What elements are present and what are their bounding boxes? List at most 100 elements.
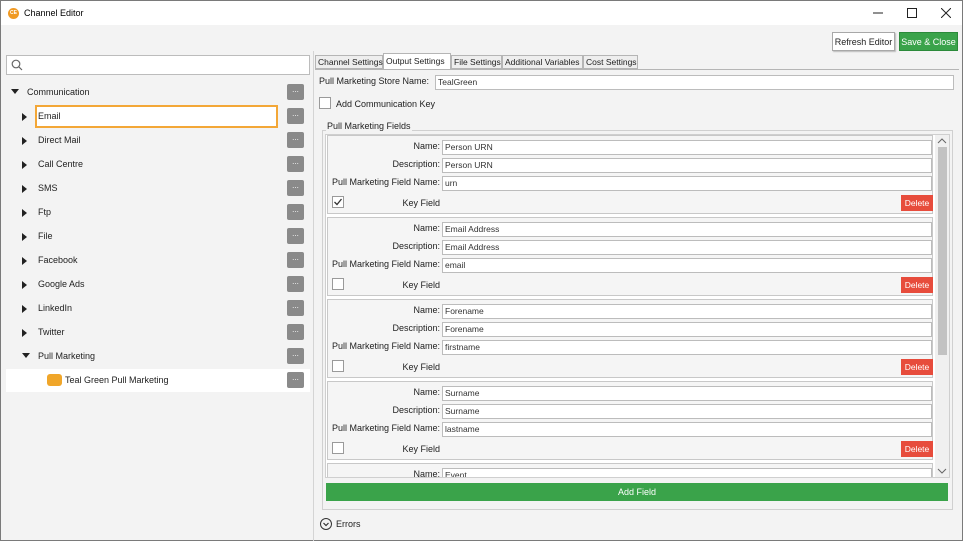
expand-arrow-icon[interactable] [22, 329, 27, 337]
ellipsis-button[interactable]: ... [287, 276, 304, 292]
selection-highlight [35, 105, 278, 128]
ellipsis-button[interactable]: ... [287, 252, 304, 268]
name-label: Name: [413, 387, 440, 397]
search-icon [11, 59, 23, 71]
tab-additional-variables[interactable]: Additional Variables [502, 55, 583, 69]
pm-field-name-input[interactable]: email [442, 258, 932, 273]
minimize-button[interactable] [861, 1, 895, 25]
expand-arrow-icon[interactable] [22, 305, 27, 313]
delete-button[interactable]: Delete [901, 359, 933, 375]
name-input[interactable]: Surname [442, 386, 932, 401]
description-input[interactable]: Surname [442, 404, 932, 419]
name-input[interactable]: Person URN [442, 140, 932, 155]
channel-icon [47, 374, 62, 386]
tree-item-email[interactable]: Email ... [6, 105, 310, 128]
ellipsis-button[interactable]: ... [287, 84, 304, 100]
expand-arrow-icon[interactable] [22, 281, 27, 289]
pm-field-name-input[interactable]: lastname [442, 422, 932, 437]
ellipsis-button[interactable]: ... [287, 348, 304, 364]
expand-arrow-icon[interactable] [22, 113, 27, 121]
name-input[interactable]: Event [442, 468, 932, 477]
key-field-label: Key Field [402, 280, 440, 290]
tree-item-linkedin[interactable]: LinkedIn ... [6, 297, 310, 320]
expand-arrow-icon[interactable] [11, 89, 19, 94]
pm-field-name-input[interactable]: firstname [442, 340, 932, 355]
ellipsis-button[interactable]: ... [287, 228, 304, 244]
store-name-input[interactable]: TealGreen [435, 75, 954, 90]
app-icon: CE [8, 8, 19, 19]
tree-item-teal-green-pull-marketing[interactable]: Teal Green Pull Marketing ... [6, 369, 310, 392]
description-input[interactable]: Person URN [442, 158, 932, 173]
close-button[interactable] [929, 1, 963, 25]
tree-item-facebook[interactable]: Facebook ... [6, 249, 310, 272]
save-close-button[interactable]: Save & Close [899, 32, 958, 51]
search-input[interactable] [6, 55, 310, 75]
ellipsis-button[interactable]: ... [287, 372, 304, 388]
minimize-icon [873, 12, 883, 14]
description-input[interactable]: Email Address [442, 240, 932, 255]
ellipsis-button[interactable]: ... [287, 324, 304, 340]
name-label: Name: [413, 223, 440, 233]
ellipsis-button[interactable]: ... [287, 180, 304, 196]
tree-item-direct-mail[interactable]: Direct Mail ... [6, 129, 310, 152]
tree-item-label: LinkedIn [38, 303, 73, 313]
add-field-button[interactable]: Add Field [326, 483, 948, 501]
ellipsis-button[interactable]: ... [287, 132, 304, 148]
key-field-checkbox[interactable] [332, 360, 344, 372]
window-title: Channel Editor [24, 8, 84, 18]
description-label: Description: [392, 159, 440, 169]
tab-output-settings[interactable]: Output Settings [383, 53, 451, 70]
key-field-checkbox[interactable] [332, 196, 344, 208]
key-field-label: Key Field [402, 198, 440, 208]
tree-item-ftp[interactable]: Ftp ... [6, 201, 310, 224]
tree-item-label: Email [38, 111, 61, 121]
pm-field-name-input[interactable]: urn [442, 176, 932, 191]
chevron-glyph [323, 522, 329, 527]
expand-arrow-icon[interactable] [22, 233, 27, 241]
tree-item-label: Twitter [38, 327, 65, 337]
scroll-up-icon[interactable] [937, 137, 947, 145]
tree-item-call-centre[interactable]: Call Centre ... [6, 153, 310, 176]
tree-item-label: Ftp [38, 207, 52, 217]
tree-item-communication[interactable]: Communication ... [6, 81, 310, 104]
expand-arrow-icon[interactable] [22, 209, 27, 217]
tree-item-twitter[interactable]: Twitter ... [6, 321, 310, 344]
tree-item-label: SMS [38, 183, 58, 193]
expand-arrow-icon[interactable] [22, 161, 27, 169]
ellipsis-button[interactable]: ... [287, 156, 304, 172]
tree-item-google-ads[interactable]: Google Ads ... [6, 273, 310, 296]
tree-item-sms[interactable]: SMS ... [6, 177, 310, 200]
ellipsis-button[interactable]: ... [287, 108, 304, 124]
key-field-checkbox[interactable] [332, 278, 344, 290]
expand-arrow-icon[interactable] [22, 137, 27, 145]
add-comm-key-checkbox[interactable] [319, 97, 331, 109]
refresh-editor-button[interactable]: Refresh Editor [832, 32, 895, 51]
name-input[interactable]: Forename [442, 304, 932, 319]
tree-item-pull-marketing[interactable]: Pull Marketing ... [6, 345, 310, 368]
scroll-down-icon[interactable] [937, 467, 947, 475]
key-field-checkbox[interactable] [332, 442, 344, 454]
description-input[interactable]: Forename [442, 322, 932, 337]
tab-channel-settings[interactable]: Channel Settings [315, 55, 383, 69]
description-label: Description: [392, 241, 440, 251]
ellipsis-button[interactable]: ... [287, 204, 304, 220]
name-input[interactable]: Email Address [442, 222, 932, 237]
tab-file-settings[interactable]: File Settings [451, 55, 502, 69]
ellipsis-button[interactable]: ... [287, 300, 304, 316]
tab-cost-settings[interactable]: Cost Settings [583, 55, 638, 69]
delete-button[interactable]: Delete [901, 441, 933, 457]
tree-item-file[interactable]: File ... [6, 225, 310, 248]
scrollbar-thumb[interactable] [938, 147, 947, 355]
add-comm-key-label: Add Communication Key [336, 99, 436, 109]
chevron-down-icon[interactable] [320, 518, 332, 530]
expand-arrow-icon[interactable] [22, 185, 27, 193]
splitter[interactable] [313, 51, 314, 541]
vertical-scrollbar[interactable] [935, 135, 949, 477]
delete-button[interactable]: Delete [901, 277, 933, 293]
pm-field-name-label: Pull Marketing Field Name: [331, 259, 440, 269]
delete-button[interactable]: Delete [901, 195, 933, 211]
tree-item-label: Google Ads [38, 279, 85, 289]
expand-arrow-icon[interactable] [22, 353, 30, 358]
maximize-button[interactable] [895, 1, 929, 25]
expand-arrow-icon[interactable] [22, 257, 27, 265]
